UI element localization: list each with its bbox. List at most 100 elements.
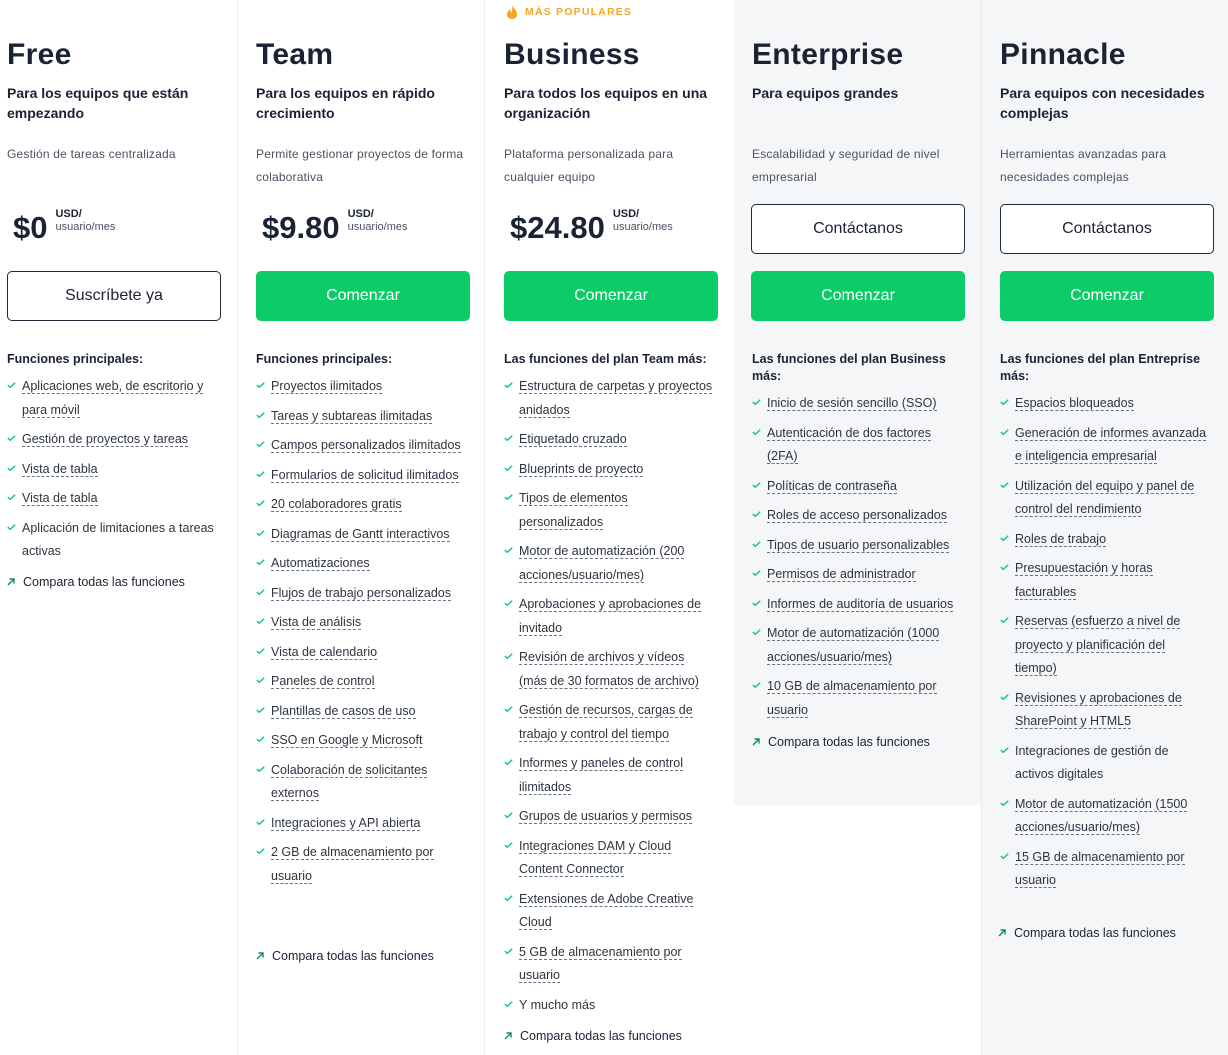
compare-features-link[interactable]: Compara todas las funciones <box>752 735 930 749</box>
feature-item[interactable]: Presupuestación y horas facturables <box>1000 557 1210 604</box>
start-button[interactable]: Comenzar <box>256 271 470 321</box>
check-icon <box>504 382 513 388</box>
feature-item[interactable]: Vista de tabla <box>7 458 217 482</box>
feature-item[interactable]: Diagramas de Gantt interactivos <box>256 523 466 547</box>
compare-features-link[interactable]: Compara todas las funciones <box>504 1029 682 1043</box>
feature-item[interactable]: Políticas de contraseña <box>752 475 962 499</box>
feature-text: Políticas de contraseña <box>767 478 897 494</box>
check-icon <box>7 494 16 500</box>
feature-item[interactable]: Motor de automatización (1500 acciones/u… <box>1000 793 1210 840</box>
feature-item[interactable]: Extensiones de Adobe Creative Cloud <box>504 888 714 935</box>
price-currency: USD/ <box>55 208 82 220</box>
contact-button[interactable]: Contáctanos <box>1000 204 1214 254</box>
feature-item[interactable]: Estructura de carpetas y proyectos anida… <box>504 375 714 422</box>
flame-icon <box>507 5 517 19</box>
feature-item[interactable]: Roles de acceso personalizados <box>752 504 962 528</box>
feature-text: Vista de tabla <box>22 461 98 477</box>
feature-item[interactable]: 20 colaboradores gratis <box>256 493 466 517</box>
feature-item[interactable]: Formularios de solicitud ilimitados <box>256 464 466 488</box>
feature-item[interactable]: Generación de informes avanzada e inteli… <box>1000 422 1210 469</box>
feature-item[interactable]: Tipos de usuario personalizables <box>752 534 962 558</box>
feature-item[interactable]: Aplicaciones web, de escritorio y para m… <box>7 375 217 422</box>
feature-item[interactable]: Tipos de elementos personalizados <box>504 487 714 534</box>
compare-features-link[interactable]: Compara todas las funciones <box>7 575 185 589</box>
feature-text: Permisos de administrador <box>767 567 916 582</box>
feature-item[interactable]: Vista de tabla <box>7 487 217 511</box>
feature-item[interactable]: 2 GB de almacenamiento por usuario <box>256 841 466 888</box>
feature-item[interactable]: Revisiones y aprobaciones de SharePoint … <box>1000 687 1210 734</box>
features-title: Funciones principales: <box>256 352 393 366</box>
feature-item[interactable]: Aprobaciones y aprobaciones de invitado <box>504 593 714 640</box>
plan-audience: Para equipos con necesidades complejas <box>1000 85 1205 121</box>
check-icon <box>504 812 513 818</box>
plan-column-pinnacle: Pinnacle Para equipos con necesidades co… <box>981 0 1228 1055</box>
feature-item[interactable]: Colaboración de solicitantes externos <box>256 759 466 806</box>
check-icon <box>1000 564 1009 570</box>
plan-description: Gestión de tareas centralizada <box>7 147 176 161</box>
feature-item[interactable]: Permisos de administrador <box>752 563 962 587</box>
plan-name: Business <box>504 38 640 71</box>
feature-item[interactable]: Paneles de control <box>256 670 466 694</box>
feature-item[interactable]: SSO en Google y Microsoft <box>256 729 466 753</box>
most-popular-label: MÁS POPULARES <box>525 6 633 18</box>
feature-item[interactable]: Integraciones DAM y Cloud Content Connec… <box>504 835 714 882</box>
feature-item[interactable]: Integraciones y API abierta <box>256 812 466 836</box>
check-icon <box>256 848 265 854</box>
feature-text: Y mucho más <box>519 997 596 1012</box>
feature-item[interactable]: Grupos de usuarios y permisos <box>504 805 714 829</box>
feature-item[interactable]: Inicio de sesión sencillo (SSO) <box>752 392 962 416</box>
plan-column-team: Team Para los equipos en rápido crecimie… <box>237 0 485 1055</box>
feature-text: Informes y paneles de control ilimitados <box>519 756 683 795</box>
compare-features-link[interactable]: Compara todas las funciones <box>998 926 1176 940</box>
check-icon <box>256 647 265 654</box>
feature-item[interactable]: Roles de trabajo <box>1000 528 1210 552</box>
feature-item[interactable]: Flujos de trabajo personalizados <box>256 582 466 606</box>
feature-item[interactable]: Reservas (esfuerzo a nivel de proyecto y… <box>1000 610 1210 681</box>
feature-item[interactable]: Motor de automatización (1000 acciones/u… <box>752 622 962 669</box>
most-popular-badge: MÁS POPULARES <box>505 4 632 20</box>
check-icon <box>256 559 265 565</box>
feature-item[interactable]: Campos personalizados ilimitados <box>256 434 466 458</box>
check-icon <box>7 382 16 388</box>
feature-text: Tareas y subtareas ilimitadas <box>271 408 433 424</box>
check-icon <box>256 470 265 477</box>
feature-item[interactable]: Utilización del equipo y panel de contro… <box>1000 475 1210 522</box>
feature-item[interactable]: Blueprints de proyecto <box>504 458 714 482</box>
feature-item[interactable]: Automatizaciones <box>256 552 466 576</box>
check-icon <box>1000 428 1009 435</box>
start-button[interactable]: Comenzar <box>751 271 965 321</box>
feature-text: Integraciones DAM y Cloud Content Connec… <box>519 838 672 877</box>
contact-button[interactable]: Contáctanos <box>751 204 965 254</box>
feature-item[interactable]: 5 GB de almacenamiento por usuario <box>504 941 714 988</box>
feature-text: 2 GB de almacenamiento por usuario <box>271 845 434 884</box>
feature-item[interactable]: Vista de análisis <box>256 611 466 635</box>
plan-column-enterprise: Enterprise Para equipos grandes Escalabi… <box>734 0 981 805</box>
feature-item[interactable]: 15 GB de almacenamiento por usuario <box>1000 846 1210 893</box>
check-icon <box>1000 399 1009 405</box>
subscribe-button[interactable]: Suscríbete ya <box>7 271 221 321</box>
check-icon <box>256 529 265 536</box>
feature-item[interactable]: 10 GB de almacenamiento por usuario <box>752 675 962 722</box>
plan-name: Pinnacle <box>1000 38 1126 71</box>
plan-description: Plataforma personalizada para cualquier … <box>504 147 674 184</box>
start-button[interactable]: Comenzar <box>504 271 718 321</box>
price-period: usuario/mes <box>612 221 673 233</box>
feature-item[interactable]: Proyectos ilimitados <box>256 375 466 399</box>
feature-item[interactable]: Informes y paneles de control ilimitados <box>504 752 714 799</box>
feature-item[interactable]: Plantillas de casos de uso <box>256 700 466 724</box>
feature-item[interactable]: Informes de auditoría de usuarios <box>752 593 962 617</box>
feature-item[interactable]: Motor de automatización (200 acciones/us… <box>504 540 714 587</box>
feature-item[interactable]: Espacios bloqueados <box>1000 392 1210 416</box>
feature-text: Formularios de solicitud ilimitados <box>271 467 459 483</box>
feature-item[interactable]: Autenticación de dos factores (2FA) <box>752 422 962 469</box>
start-button[interactable]: Comenzar <box>1000 271 1214 321</box>
feature-item[interactable]: Etiquetado cruzado <box>504 428 714 452</box>
feature-item[interactable]: Tareas y subtareas ilimitadas <box>256 405 466 429</box>
feature-item[interactable]: Gestión de recursos, cargas de trabajo y… <box>504 699 714 746</box>
feature-item[interactable]: Revisión de archivos y vídeos (más de 30… <box>504 646 714 693</box>
feature-item[interactable]: Gestión de proyectos y tareas <box>7 428 217 452</box>
compare-features-link[interactable]: Compara todas las funciones <box>256 949 434 963</box>
feature-item: Integraciones de gestión de activos digi… <box>1000 740 1210 787</box>
check-icon <box>7 464 16 471</box>
feature-item[interactable]: Vista de calendario <box>256 641 466 665</box>
